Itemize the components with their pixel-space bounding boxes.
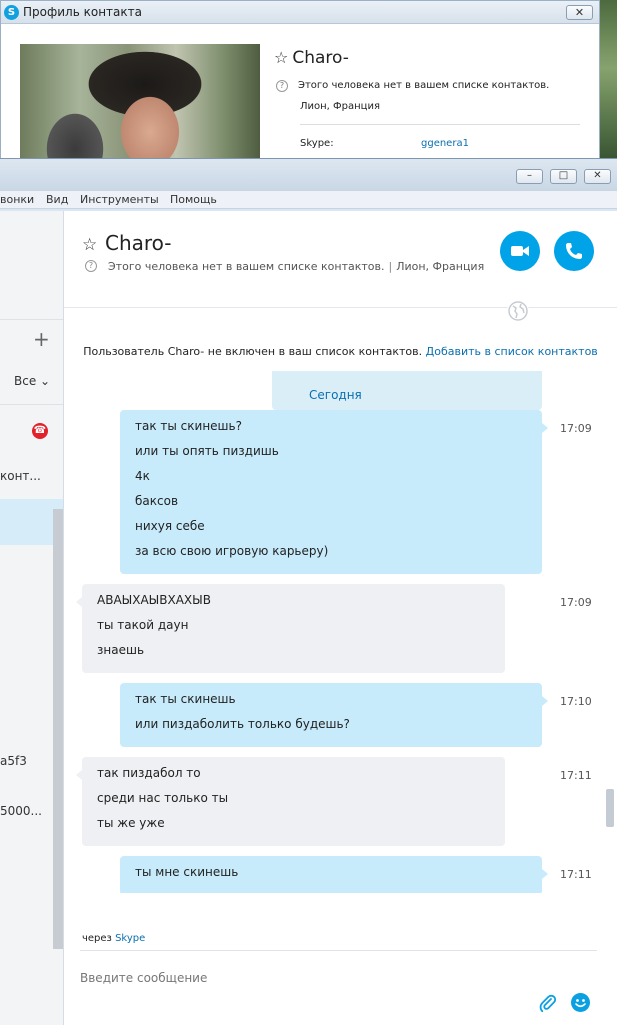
date-separator: Сегодня — [309, 388, 362, 402]
menu-bar: вонки Вид Инструменты Помощь — [0, 191, 617, 209]
globe-icon — [507, 300, 529, 322]
main-titlebar[interactable]: – □ ✕ — [0, 159, 617, 191]
profile-contact-name: Charo- — [292, 48, 349, 68]
menu-item-calls[interactable]: вонки — [0, 193, 34, 206]
video-call-button[interactable] — [500, 231, 540, 271]
desktop-background — [600, 0, 617, 170]
chat-contact-name[interactable]: Charo- — [105, 231, 172, 255]
sidebar-recent-item[interactable]: a5f3 — [0, 754, 27, 768]
via-skype-link[interactable]: Skype — [115, 933, 145, 944]
sidebar-divider — [0, 319, 63, 320]
message-text: или пиздаболить только будешь? — [135, 717, 350, 731]
profile-photo — [20, 44, 260, 164]
message-list[interactable]: Сегодня так ты скинешь? или ты опять пизд… — [64, 371, 617, 893]
profile-close-button[interactable]: ✕ — [566, 5, 593, 20]
notice-text: Пользователь Charo- не включен в ваш спи… — [83, 345, 423, 358]
emoji-icon[interactable] — [571, 993, 590, 1012]
minimize-button[interactable]: – — [516, 169, 543, 184]
sidebar-scrollbar[interactable] — [53, 509, 63, 949]
via-prefix: через — [82, 933, 112, 944]
question-icon: ? — [276, 80, 288, 92]
incoming-message-bubble[interactable]: так пиздабол то среди нас только ты ты же … — [76, 757, 505, 846]
chat-status-text: Этого человека нет в вашем списке контак… — [108, 260, 385, 273]
menu-item-help[interactable]: Помощь — [170, 193, 217, 206]
status-separator: | — [388, 260, 393, 273]
chat-scrollbar[interactable] — [606, 789, 614, 827]
message-text: ты мне скинешь — [135, 865, 239, 879]
message-timestamp: 17:11 — [560, 868, 592, 881]
skype-logo-icon: S — [4, 5, 19, 20]
contact-profile-window: S Профиль контакта ✕ ☆ Charo- ? Этого чело… — [0, 0, 600, 170]
chat-header: ☆ Charo- ? Этого человека нет в вашем сп… — [64, 211, 617, 307]
question-icon: ? — [85, 260, 97, 272]
end-call-icon[interactable]: ☎ — [32, 423, 48, 439]
composer-divider — [80, 950, 597, 951]
profile-status-text: Этого человека нет в вашем списке контак… — [298, 80, 550, 91]
star-icon[interactable]: ☆ — [274, 48, 288, 67]
sidebar-divider — [0, 404, 63, 405]
message-text: ты такой даун — [97, 618, 189, 632]
plus-icon[interactable]: + — [33, 329, 50, 349]
star-icon[interactable]: ☆ — [82, 235, 97, 255]
profile-status: ? Этого человека нет в вашем списке конта… — [276, 80, 549, 92]
sidebar-recent-item[interactable]: 5000... — [0, 804, 42, 818]
phone-icon — [566, 243, 582, 259]
incoming-message-bubble[interactable]: АВАЫХАЫВХАХЫВ ты такой даун знаешь — [76, 584, 505, 673]
message-timestamp: 17:10 — [560, 695, 592, 708]
contacts-filter-dropdown[interactable]: Все ⌄ — [14, 374, 50, 388]
add-to-contacts-link[interactable]: Добавить в список контактов — [426, 345, 598, 358]
sidebar-recent-item[interactable]: конт... — [0, 469, 41, 483]
menu-item-view[interactable]: Вид — [46, 193, 68, 206]
not-in-contacts-notice: Пользователь Charo- не включен в ваш спи… — [64, 345, 617, 358]
profile-skype-label: Skype: — [300, 138, 334, 149]
profile-window-title: Профиль контакта — [23, 5, 142, 19]
chat-contact-location: Лион, Франция — [396, 260, 485, 273]
message-text: баксов — [135, 494, 179, 508]
profile-skype-name[interactable]: ggenera1 — [421, 138, 469, 149]
message-text: 4к — [135, 469, 150, 483]
message-text: нихуя себе — [135, 519, 205, 533]
message-text: среди нас только ты — [97, 791, 229, 805]
message-text: так ты скинешь? — [135, 419, 242, 433]
message-timestamp: 17:09 — [560, 422, 592, 435]
message-text: знаешь — [97, 643, 145, 657]
profile-divider — [300, 124, 580, 125]
profile-name-row: ☆ Charo- — [274, 48, 349, 68]
message-text: за всю свою игровую карьеру) — [135, 544, 329, 558]
profile-titlebar[interactable]: S Профиль контакта ✕ — [1, 1, 599, 24]
message-input[interactable] — [80, 964, 520, 992]
sidebar: + Все ⌄ ☎ конт... a5f3 5000... — [0, 211, 64, 1025]
maximize-button[interactable]: □ — [550, 169, 577, 184]
message-text: или ты опять пиздишь — [135, 444, 279, 458]
video-camera-icon — [511, 246, 529, 256]
message-text: ты же уже — [97, 816, 165, 830]
message-text: АВАЫХАЫВХАХЫВ — [97, 593, 211, 607]
via-line: через Skype — [82, 933, 145, 944]
message-text: так ты скинешь — [135, 692, 236, 706]
message-timestamp: 17:11 — [560, 769, 592, 782]
outgoing-message-bubble[interactable]: так ты скинешь или пиздаболить только буд… — [120, 683, 548, 747]
chat-contact-status: Этого человека нет в вашем списке контак… — [108, 260, 484, 273]
outgoing-message-bubble[interactable]: ты мне скинешь — [120, 856, 548, 893]
menu-item-tools[interactable]: Инструменты — [80, 193, 159, 206]
skype-main-window: – □ ✕ вонки Вид Инструменты Помощь + Все… — [0, 158, 617, 1025]
outgoing-message-bubble[interactable]: так ты скинешь? или ты опять пиздишь 4к бак… — [120, 410, 548, 574]
paperclip-icon[interactable] — [538, 993, 558, 1013]
profile-location: Лион, Франция — [300, 101, 380, 112]
message-timestamp: 17:09 — [560, 596, 592, 609]
header-divider — [64, 307, 617, 308]
close-button[interactable]: ✕ — [584, 169, 611, 184]
message-text: так пиздабол то — [97, 766, 201, 780]
profile-body: ☆ Charo- ? Этого человека нет в вашем спис… — [1, 24, 599, 169]
audio-call-button[interactable] — [554, 231, 594, 271]
